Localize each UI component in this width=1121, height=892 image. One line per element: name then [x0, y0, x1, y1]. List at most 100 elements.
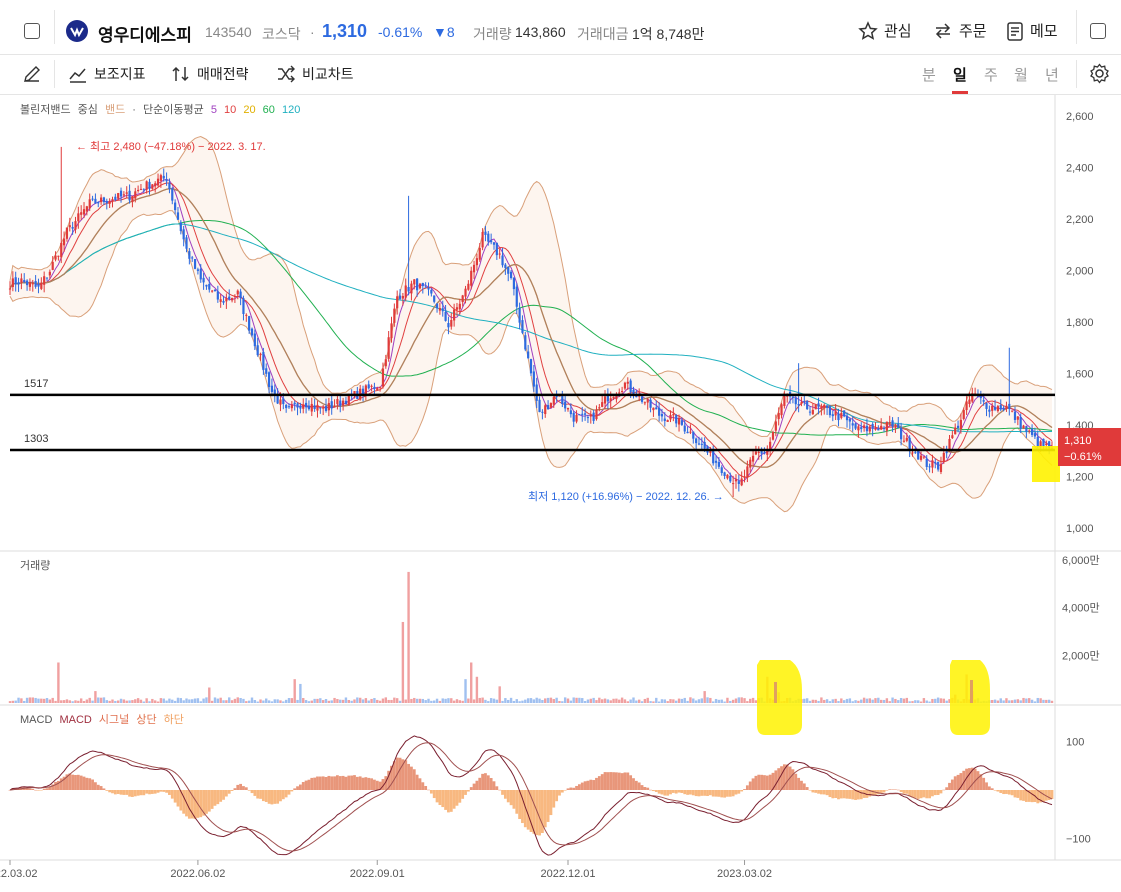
macd-histogram-bar — [1030, 790, 1034, 803]
candle-body — [845, 415, 849, 421]
volume-bar — [888, 701, 891, 703]
last-price-value: 1,310 — [1064, 435, 1092, 447]
candle-body — [689, 431, 692, 433]
macd-histogram-bar — [438, 790, 442, 806]
macd-histogram-bar — [745, 785, 749, 790]
macd-histogram-bar — [392, 761, 396, 790]
volume-bar — [803, 698, 806, 703]
pen-icon[interactable] — [22, 64, 42, 84]
volume-bar — [936, 697, 940, 703]
compare-button[interactable]: 비교차트 — [276, 64, 354, 84]
candle-body — [196, 269, 200, 271]
macd-histogram-bar — [233, 788, 237, 790]
volume-bar — [179, 698, 183, 703]
strategy-button[interactable]: 매매전략 — [171, 64, 249, 84]
candle-body — [697, 443, 701, 445]
macd-histogram-bar — [139, 790, 143, 796]
candle-body — [1025, 426, 1028, 432]
candle-body — [740, 478, 743, 486]
volume-bar — [823, 699, 826, 703]
candle-body — [353, 391, 356, 394]
period-month-tab[interactable]: 월 — [1014, 64, 1028, 85]
panel-toggle-icon[interactable] — [1090, 23, 1106, 39]
candle-body — [956, 425, 960, 428]
change-abs: ▼8 — [433, 24, 455, 40]
macd-histogram-bar — [509, 790, 513, 806]
volume-bar — [353, 699, 356, 703]
volume-bar — [700, 698, 704, 703]
macd-histogram-bar — [680, 790, 684, 793]
candle-body — [222, 300, 225, 303]
candle-body — [549, 403, 553, 408]
macd-histogram-bar — [267, 790, 271, 804]
volume-bar — [657, 701, 661, 703]
volume-bar — [290, 698, 294, 703]
candle-body — [606, 395, 609, 402]
memo-button[interactable]: 메모 — [1006, 20, 1058, 41]
stock-code: 143540 — [205, 24, 252, 40]
volume-bar — [475, 676, 479, 703]
candle-body — [749, 459, 752, 468]
macd-histogram-bar — [982, 777, 986, 790]
volume-bar — [942, 698, 946, 703]
macd-histogram-bar — [956, 774, 960, 790]
candle-body — [185, 237, 188, 249]
macd-histogram-bar — [774, 770, 778, 790]
candle-body — [17, 282, 20, 285]
candle-body — [248, 316, 251, 331]
candle-body — [464, 288, 467, 297]
volume-bar — [1047, 699, 1051, 703]
watchlist-button[interactable]: 관심 — [858, 20, 912, 41]
macd-histogram-bar — [1036, 790, 1040, 804]
period-day-tab[interactable]: 일 — [953, 64, 967, 85]
volume-bar — [188, 699, 191, 703]
volume-bar — [549, 697, 553, 703]
candle-body — [376, 387, 379, 391]
macd-histogram-bar — [1007, 790, 1011, 795]
volume-bar — [535, 697, 538, 703]
macd-histogram-bar — [162, 790, 166, 792]
candle-body — [954, 427, 957, 435]
macd-histogram-bar — [660, 790, 664, 795]
volume-bar — [236, 697, 239, 703]
period-week-tab[interactable]: 주 — [984, 64, 998, 85]
volume-bar — [11, 700, 15, 703]
macd-histogram-bar — [575, 785, 578, 790]
indicators-button[interactable]: 보조지표 — [68, 64, 146, 84]
candle-body — [282, 398, 285, 405]
candle-body — [228, 296, 231, 300]
volume-bar — [302, 698, 305, 703]
candle-body — [199, 268, 202, 280]
volume-bar — [865, 698, 869, 703]
volume-bar — [48, 699, 52, 703]
candle-body — [712, 449, 715, 464]
volume-bar — [330, 700, 333, 703]
candle-body — [774, 421, 777, 431]
macd-histogram-bar — [250, 790, 254, 794]
order-button[interactable]: 주문 — [933, 20, 987, 41]
volume-bar — [589, 698, 592, 703]
macd-histogram-bar — [472, 783, 476, 790]
macd-histogram-bar — [193, 790, 197, 819]
candle-body — [538, 399, 541, 413]
candle-body — [515, 286, 518, 307]
up-down-arrows-icon — [172, 66, 189, 82]
volume-bar — [467, 698, 470, 703]
candle-body — [595, 409, 598, 420]
candle-body — [1042, 438, 1045, 447]
volume-bar — [524, 699, 527, 703]
volume-bar — [136, 698, 140, 703]
sidebar-toggle-icon[interactable] — [24, 23, 40, 39]
volume-bar — [492, 698, 496, 703]
period-year-tab[interactable]: 년 — [1045, 64, 1059, 85]
period-minute-tab[interactable]: 분 — [922, 64, 936, 85]
volume-bar — [489, 698, 493, 703]
settings-gear-icon[interactable] — [1089, 63, 1110, 84]
volume-bar — [1033, 701, 1037, 703]
candle-body — [319, 407, 322, 409]
candle-body — [885, 421, 888, 431]
order-label: 주문 — [959, 23, 987, 40]
candle-body — [333, 405, 336, 407]
macd-histogram-bar — [1013, 790, 1017, 798]
candle-body — [373, 386, 376, 389]
